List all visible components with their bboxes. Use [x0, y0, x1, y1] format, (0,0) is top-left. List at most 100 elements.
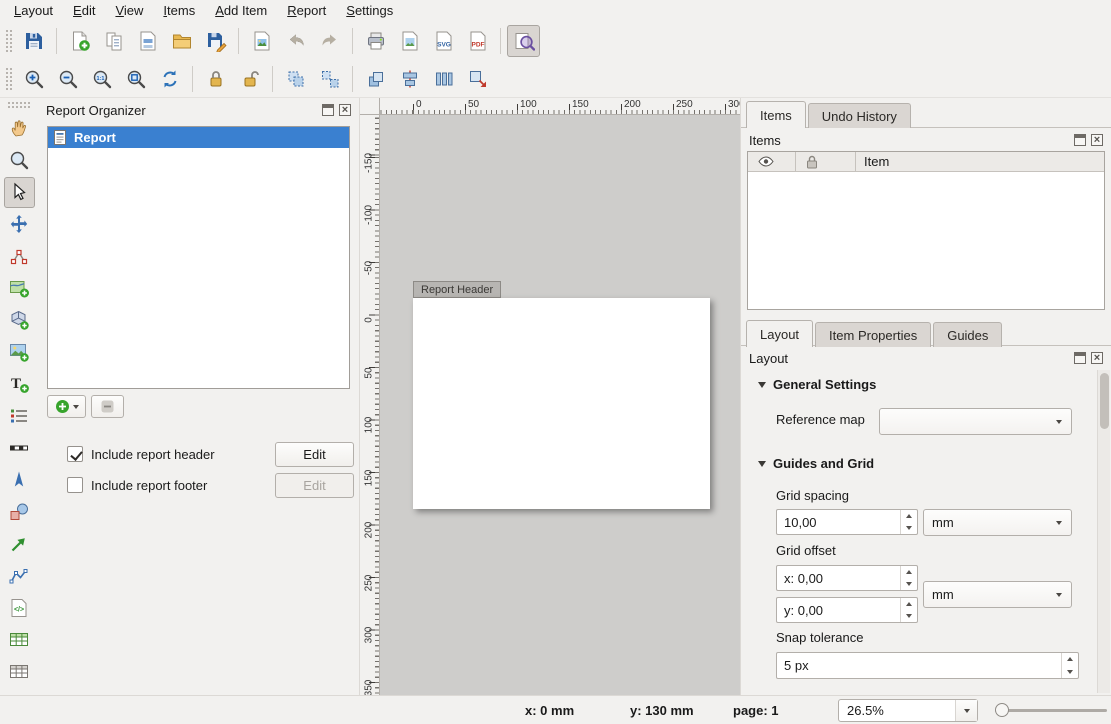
spin-down-button[interactable]: [901, 522, 917, 534]
undo-button[interactable]: [279, 25, 312, 57]
spin-down-button[interactable]: [901, 610, 917, 622]
float-panel-icon[interactable]: [1074, 352, 1086, 364]
menu-settings[interactable]: Settings: [336, 1, 403, 21]
pan-button[interactable]: [4, 113, 35, 144]
menu-items[interactable]: Items: [153, 1, 205, 21]
scrollbar-thumb[interactable]: [1100, 373, 1109, 429]
duplicate-report-button[interactable]: [97, 25, 130, 57]
save-button[interactable]: [17, 25, 50, 57]
layout-panel-scrollbar[interactable]: [1097, 370, 1110, 693]
add-shape-button[interactable]: [4, 497, 35, 528]
zoom-actual-button[interactable]: 1:1: [85, 63, 118, 95]
report-manager-button[interactable]: [131, 25, 164, 57]
menu-view[interactable]: View: [105, 1, 153, 21]
add-scalebar-button[interactable]: [4, 433, 35, 464]
refresh-button[interactable]: [153, 63, 186, 95]
zoom-slider-handle[interactable]: [995, 703, 1009, 717]
add-fixed-table-button[interactable]: [4, 657, 35, 688]
general-settings-header[interactable]: General Settings: [758, 377, 876, 392]
spin-down-button[interactable]: [901, 578, 917, 590]
spin-down-button[interactable]: [1062, 666, 1078, 679]
grid-offset-x-spinbox[interactable]: x: 0,00: [776, 565, 918, 591]
grid-spacing-spinbox[interactable]: 10,00: [776, 509, 918, 535]
new-report-button[interactable]: [63, 25, 96, 57]
close-panel-icon[interactable]: ×: [1091, 352, 1103, 364]
tab-items[interactable]: Items: [746, 101, 806, 128]
add-node-item-button[interactable]: [4, 561, 35, 592]
menu-edit[interactable]: Edit: [63, 1, 105, 21]
unlock-items-button[interactable]: [233, 63, 266, 95]
tab-undo-history[interactable]: Undo History: [808, 103, 911, 128]
include-footer-checkbox[interactable]: [67, 477, 83, 493]
add-arrow-button[interactable]: [4, 529, 35, 560]
lock-column-header[interactable]: [796, 152, 856, 171]
zoom-in-button[interactable]: [17, 63, 50, 95]
select-move-item-button[interactable]: [4, 177, 35, 208]
toolbar-drag-handle[interactable]: [5, 67, 13, 91]
add-3d-map-button[interactable]: [4, 305, 35, 336]
visibility-column-header[interactable]: [748, 152, 796, 171]
spin-up-button[interactable]: [901, 566, 917, 578]
save-as-button[interactable]: [199, 25, 232, 57]
menu-report[interactable]: Report: [277, 1, 336, 21]
tab-guides[interactable]: Guides: [933, 322, 1002, 347]
close-panel-icon[interactable]: ×: [1091, 134, 1103, 146]
add-attribute-table-button[interactable]: [4, 625, 35, 656]
edit-nodes-item-button[interactable]: [4, 241, 35, 272]
zoom-full-button[interactable]: [119, 63, 152, 95]
add-legend-button[interactable]: [4, 401, 35, 432]
spin-up-button[interactable]: [1062, 653, 1078, 666]
include-header-checkbox[interactable]: [67, 446, 83, 462]
export-raster-button[interactable]: [393, 25, 426, 57]
add-map-button[interactable]: [4, 273, 35, 304]
ungroup-items-button[interactable]: [313, 63, 346, 95]
tab-item-properties[interactable]: Item Properties: [815, 322, 931, 347]
snap-tolerance-spinbox[interactable]: 5 px: [776, 652, 1079, 679]
add-picture-button[interactable]: [4, 337, 35, 368]
remove-section-button[interactable]: [91, 395, 124, 418]
group-items-button[interactable]: [279, 63, 312, 95]
distribute-items-button[interactable]: [427, 63, 460, 95]
grid-offset-unit-select[interactable]: mm: [923, 581, 1072, 608]
report-header-tab[interactable]: Report Header: [413, 281, 501, 298]
report-page[interactable]: [413, 298, 710, 509]
reference-map-select[interactable]: [879, 408, 1072, 435]
grid-spacing-unit-select[interactable]: mm: [923, 509, 1072, 536]
float-panel-icon[interactable]: [322, 104, 334, 116]
lock-items-button[interactable]: [199, 63, 232, 95]
add-label-button[interactable]: T: [4, 369, 35, 400]
menu-add-item[interactable]: Add Item: [205, 1, 277, 21]
toolbar-drag-handle[interactable]: [5, 29, 13, 53]
float-panel-icon[interactable]: [1074, 134, 1086, 146]
item-column-header[interactable]: Item: [856, 152, 1104, 171]
chevron-down-icon[interactable]: [955, 700, 977, 721]
print-button[interactable]: [359, 25, 392, 57]
export-svg-button[interactable]: SVG: [427, 25, 460, 57]
zoom-combobox[interactable]: 26.5%: [838, 699, 978, 722]
edit-header-button[interactable]: Edit: [275, 442, 354, 467]
tab-layout[interactable]: Layout: [746, 320, 813, 347]
toolbar-drag-handle[interactable]: [7, 101, 31, 109]
add-html-frame-button[interactable]: </>: [4, 593, 35, 624]
zoom-out-button[interactable]: [51, 63, 84, 95]
items-table[interactable]: Item: [747, 151, 1105, 310]
grid-offset-y-spinbox[interactable]: y: 0,00: [776, 597, 918, 623]
raise-items-button[interactable]: [359, 63, 392, 95]
edit-footer-button[interactable]: Edit: [275, 473, 354, 498]
guides-and-grid-header[interactable]: Guides and Grid: [758, 456, 874, 471]
tree-item-report[interactable]: Report: [48, 127, 349, 148]
add-section-button[interactable]: [47, 395, 86, 418]
zoom-tool-button[interactable]: [4, 145, 35, 176]
resize-items-button[interactable]: [461, 63, 494, 95]
close-panel-icon[interactable]: ×: [339, 104, 351, 116]
align-items-button[interactable]: [393, 63, 426, 95]
open-folder-button[interactable]: [165, 25, 198, 57]
spin-up-button[interactable]: [901, 598, 917, 610]
move-item-content-button[interactable]: [4, 209, 35, 240]
zoom-slider[interactable]: [995, 709, 1107, 712]
report-tree[interactable]: Report: [47, 126, 350, 389]
export-image-button[interactable]: [245, 25, 278, 57]
spin-up-button[interactable]: [901, 510, 917, 522]
preview-button[interactable]: [507, 25, 540, 57]
export-pdf-button[interactable]: PDF: [461, 25, 494, 57]
